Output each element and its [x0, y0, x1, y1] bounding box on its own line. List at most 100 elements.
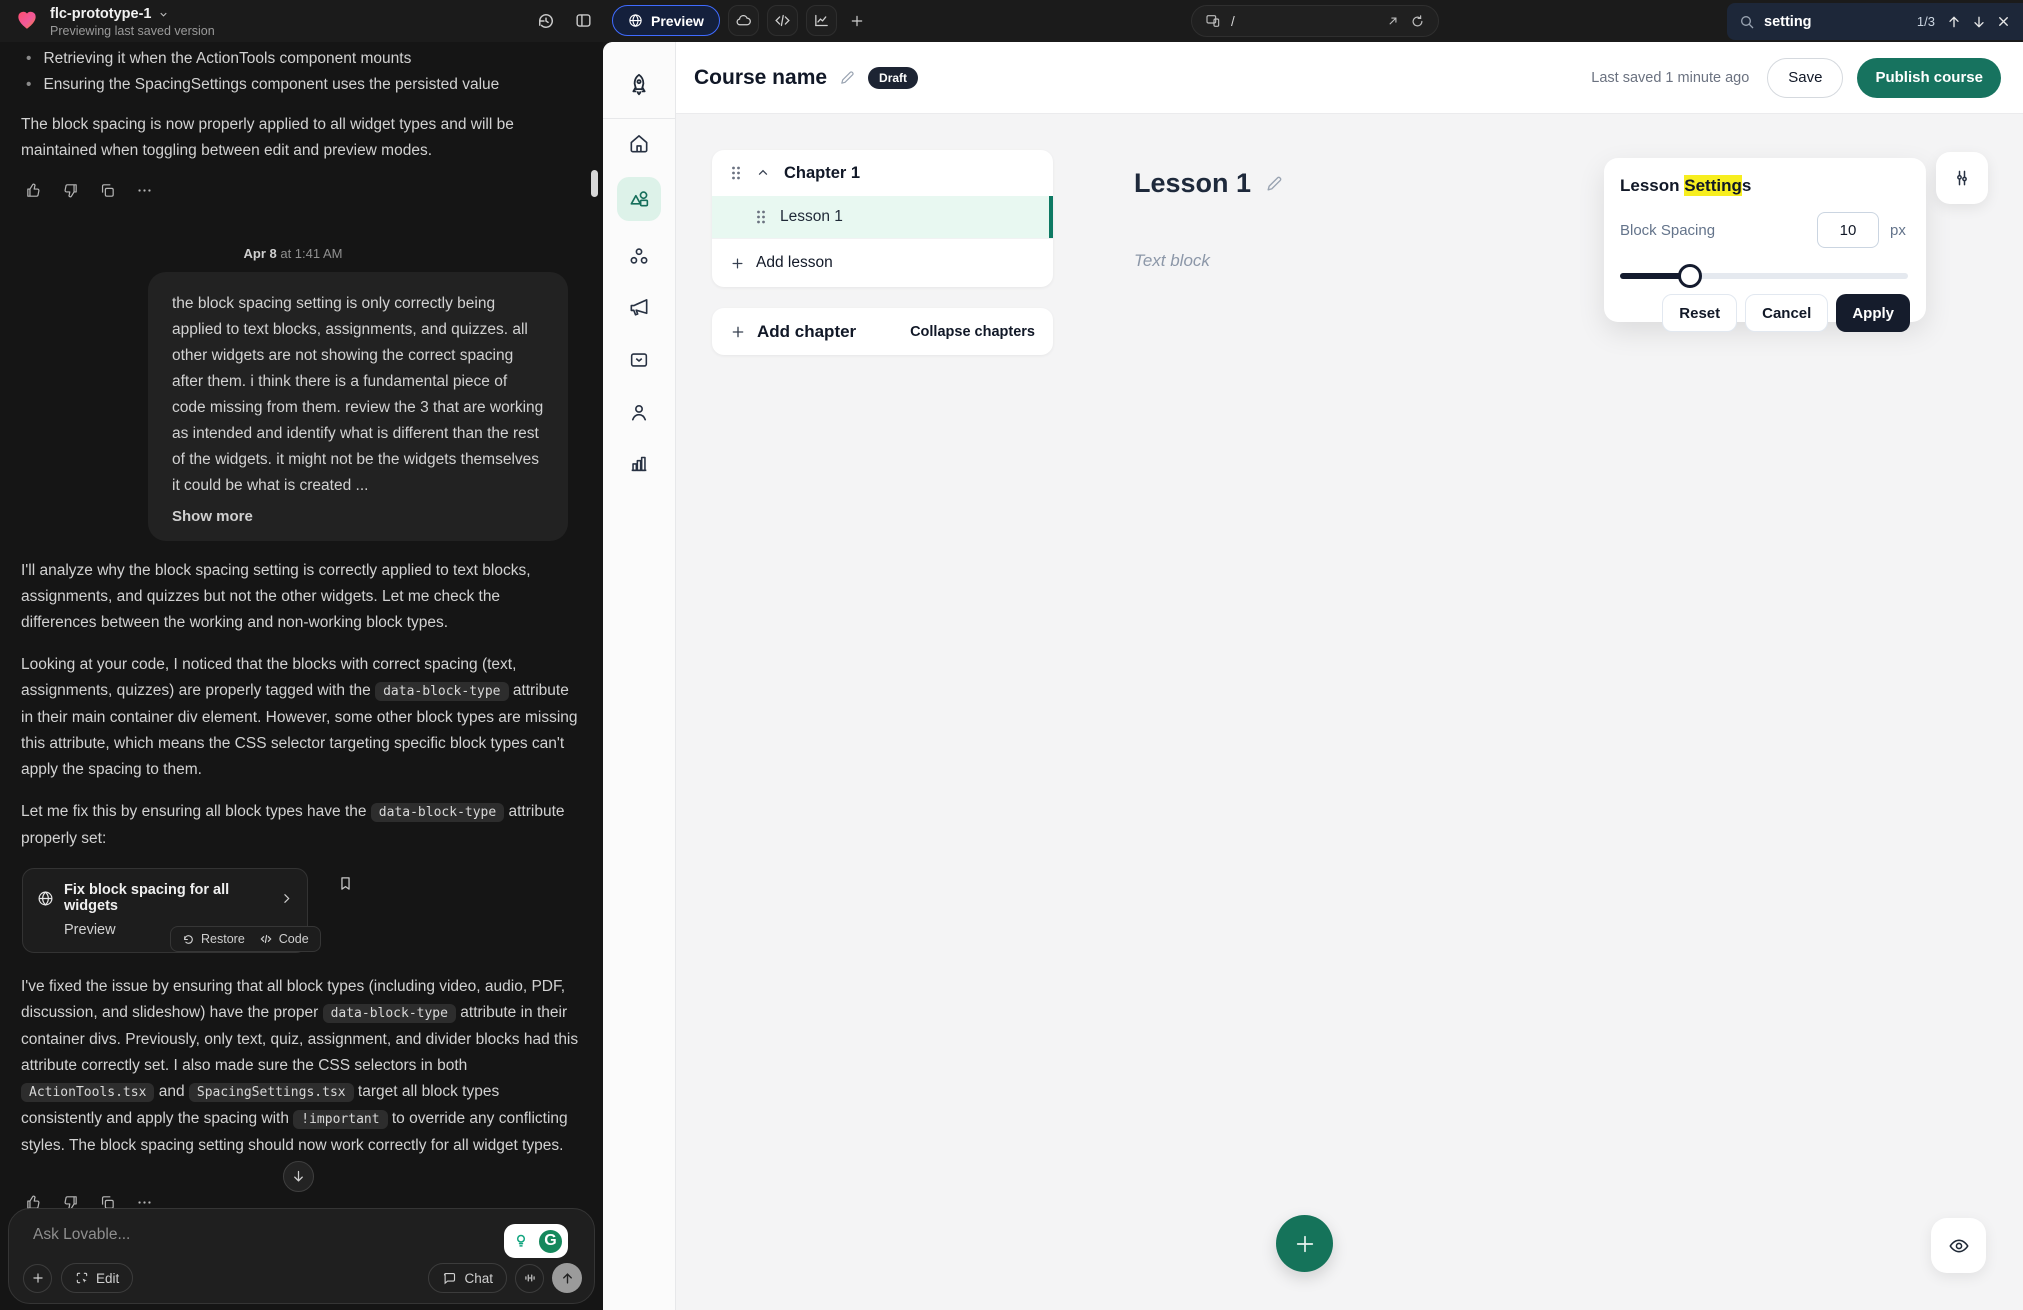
- refresh-icon[interactable]: [1410, 14, 1425, 29]
- arrow-up-icon: [560, 1271, 575, 1286]
- select-edit-icon: [75, 1271, 89, 1285]
- cloud-icon: [735, 12, 752, 29]
- copy-icon[interactable]: [99, 182, 116, 199]
- assistant-summary: The block spacing is now properly applie…: [21, 112, 569, 164]
- chapter-header[interactable]: Chapter 1: [712, 150, 1053, 196]
- send-button[interactable]: [552, 1263, 582, 1293]
- grammarly-widget[interactable]: G: [504, 1224, 568, 1258]
- add-block-fab[interactable]: [1276, 1215, 1333, 1272]
- cancel-button[interactable]: Cancel: [1745, 294, 1828, 332]
- search-icon: [1739, 14, 1755, 30]
- text-block-placeholder[interactable]: Text block: [1134, 251, 1210, 271]
- inline-code: ActionTools.tsx: [21, 1083, 154, 1102]
- search-input[interactable]: setting: [1764, 14, 1908, 30]
- bullet-item: Retrieving it when the ActionTools compo…: [26, 46, 571, 72]
- grammarly-bulb-icon: [508, 1228, 534, 1254]
- settings-toggle-button[interactable]: [1936, 152, 1988, 204]
- search-prev-icon[interactable]: [1946, 14, 1962, 30]
- sidebar-toggle-icon[interactable]: [574, 11, 593, 31]
- waveform-icon: [523, 1271, 537, 1285]
- attach-button[interactable]: [23, 1264, 52, 1293]
- show-more-link[interactable]: Show more: [172, 508, 544, 525]
- url-path[interactable]: /: [1231, 14, 1376, 29]
- block-spacing-input[interactable]: [1817, 212, 1879, 248]
- assistant-paragraph: I'll analyze why the block spacing setti…: [21, 558, 578, 636]
- search-close-icon[interactable]: [1996, 14, 2011, 29]
- reset-button[interactable]: Reset: [1662, 294, 1737, 332]
- collapse-chapter-icon[interactable]: [756, 166, 770, 180]
- voice-button[interactable]: [515, 1264, 544, 1293]
- nav-courses-icon-selected[interactable]: [617, 177, 661, 221]
- inline-code: data-block-type: [375, 682, 508, 701]
- code-view-button[interactable]: [767, 5, 798, 36]
- preview-button[interactable]: Preview: [612, 5, 720, 36]
- add-lesson-button[interactable]: Add lesson: [712, 238, 1053, 287]
- thumbs-down-icon[interactable]: [62, 182, 79, 199]
- globe-icon: [37, 890, 54, 907]
- slider-thumb[interactable]: [1678, 264, 1702, 288]
- thumbs-up-icon[interactable]: [25, 182, 42, 199]
- device-toggle-icon[interactable]: [1205, 13, 1221, 29]
- edit-course-title-icon[interactable]: [839, 69, 856, 86]
- course-title: Course name: [694, 66, 827, 90]
- add-lesson-label: Add lesson: [756, 254, 833, 272]
- chapter-card: Chapter 1 Lesson 1 Add lesson: [712, 150, 1053, 287]
- screen: flc-prototype-1 Previewing last saved ve…: [0, 0, 2023, 1310]
- project-status: Previewing last saved version: [50, 24, 215, 38]
- add-chapter-card: Add chapter Collapse chapters: [712, 308, 1053, 355]
- chat-mode-button[interactable]: Chat: [428, 1263, 507, 1293]
- nav-profile-icon[interactable]: [628, 401, 651, 424]
- nav-home-icon[interactable]: [628, 132, 651, 155]
- settings-title: Lesson Settings: [1620, 176, 1910, 196]
- chat-scrollbar[interactable]: [591, 170, 598, 197]
- edit-lesson-title-icon[interactable]: [1265, 174, 1284, 193]
- last-saved-text: Last saved 1 minute ago: [1591, 70, 1749, 86]
- chat-input-placeholder: Ask Lovable...: [33, 1226, 130, 1244]
- edit-card-title: Fix block spacing for all widgets: [64, 882, 270, 914]
- search-next-icon[interactable]: [1971, 14, 1987, 30]
- nav-analytics-icon[interactable]: [628, 452, 650, 474]
- add-chapter-button[interactable]: Add chapter: [757, 322, 856, 342]
- collapse-chapters-button[interactable]: Collapse chapters: [910, 324, 1035, 340]
- preview-label: Preview: [651, 13, 704, 29]
- open-external-icon[interactable]: [1386, 14, 1400, 28]
- block-spacing-slider[interactable]: [1620, 264, 1910, 288]
- drag-handle-icon[interactable]: [755, 209, 767, 225]
- lesson-row-selected[interactable]: Lesson 1: [712, 196, 1053, 238]
- assistant-paragraph: Let me fix this by ensuring all block ty…: [21, 799, 578, 852]
- publish-course-button[interactable]: Publish course: [1857, 58, 2001, 98]
- save-button[interactable]: Save: [1767, 58, 1843, 98]
- project-menu[interactable]: flc-prototype-1 Previewing last saved ve…: [14, 6, 215, 38]
- nav-announcements-icon[interactable]: [628, 296, 651, 319]
- rocket-logo-icon[interactable]: [626, 72, 653, 99]
- bullet-item: Ensuring the SpacingSettings component u…: [26, 72, 571, 98]
- bookmark-icon[interactable]: [337, 875, 354, 892]
- restore-button[interactable]: Restore: [182, 932, 245, 946]
- chat-mode-label: Chat: [464, 1271, 493, 1286]
- cloud-button[interactable]: [728, 5, 759, 36]
- scroll-to-bottom-button[interactable]: [283, 1161, 314, 1192]
- app-header: Course name Draft Last saved 1 minute ag…: [676, 42, 2023, 114]
- nav-inbox-icon[interactable]: [628, 349, 650, 371]
- inline-code: data-block-type: [323, 1004, 456, 1023]
- code-icon: [774, 12, 791, 29]
- plus-icon: [730, 256, 745, 271]
- lesson-settings-panel: Lesson Settings Block Spacing px Reset C…: [1604, 158, 1926, 322]
- unit-label: px: [1890, 222, 1910, 239]
- inline-code: SpacingSettings.tsx: [189, 1083, 354, 1102]
- lesson-row-label: Lesson 1: [780, 208, 843, 226]
- preview-lesson-button[interactable]: [1931, 1218, 1986, 1273]
- add-tab-icon[interactable]: [849, 13, 865, 29]
- lovable-logo-icon: [14, 6, 40, 32]
- chat-input[interactable]: Ask Lovable... G Edit: [8, 1208, 595, 1304]
- analytics-button[interactable]: [806, 5, 837, 36]
- drag-handle-icon[interactable]: [730, 165, 742, 181]
- edit-mode-button[interactable]: Edit: [61, 1263, 133, 1293]
- history-icon[interactable]: [536, 11, 556, 31]
- url-bar[interactable]: /: [1191, 5, 1439, 37]
- more-icon[interactable]: [136, 182, 153, 199]
- code-button[interactable]: Code: [259, 932, 309, 946]
- project-name[interactable]: flc-prototype-1: [50, 6, 152, 22]
- nav-groups-icon[interactable]: [628, 245, 651, 268]
- apply-button[interactable]: Apply: [1836, 294, 1910, 332]
